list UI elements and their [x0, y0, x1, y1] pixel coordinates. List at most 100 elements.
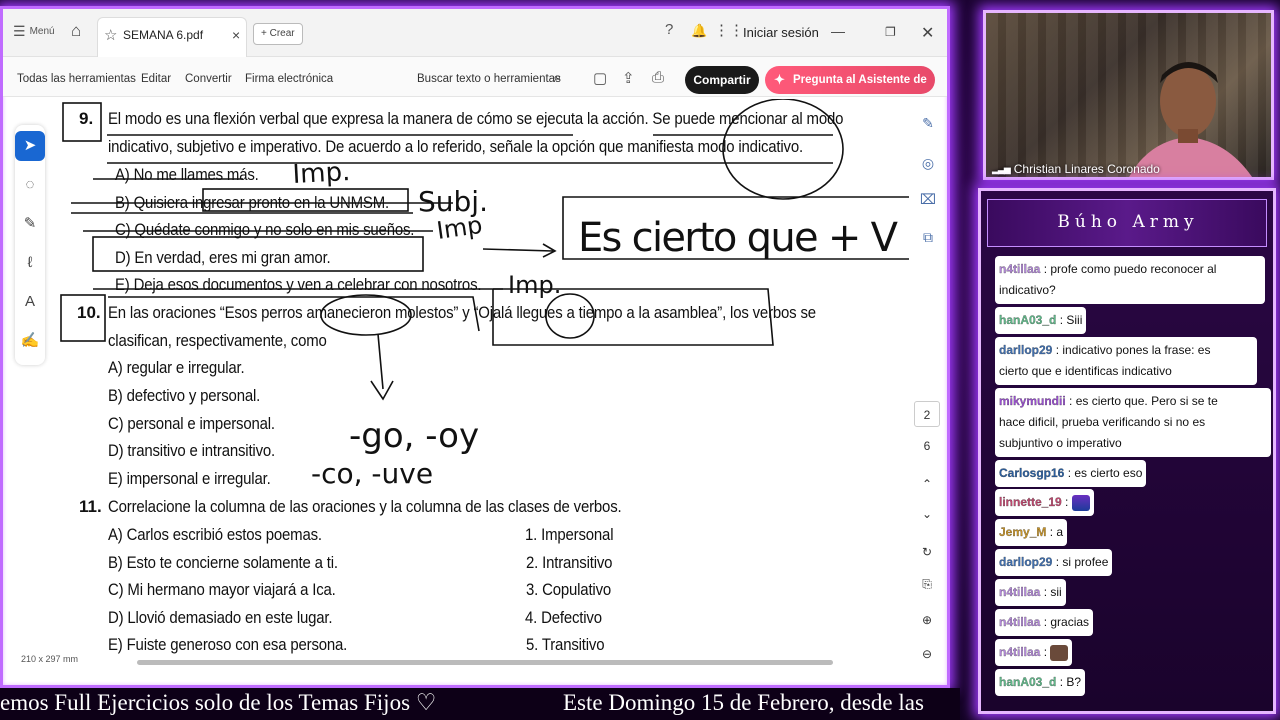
draw-freehand-icon[interactable]: ℓ	[15, 248, 45, 278]
question-text: indicativo, subjetivo e imperativo. De a…	[108, 137, 803, 156]
question-number: 11.	[79, 497, 102, 516]
chat-username: n4tillaa	[999, 615, 1041, 629]
save-icon[interactable]: ▢	[593, 69, 607, 87]
signin-link[interactable]: Iniciar sesión	[743, 25, 819, 40]
option-item: C) Quédate conmigo y no solo en mis sueñ…	[115, 220, 415, 239]
question-number: 10.	[77, 303, 101, 322]
page-size-label: 210 x 297 mm	[21, 654, 79, 664]
chat-text: : es cierto que. Pero si se te	[1069, 394, 1218, 408]
option-item: A) regular e irregular.	[108, 358, 245, 377]
window-close-icon[interactable]: ✕	[921, 23, 934, 43]
chat-message: Carlosgp16 : es cierto eso	[995, 460, 1147, 487]
share-button[interactable]: Compartir	[685, 66, 759, 94]
signal-bars-icon: ▂▃▅	[992, 163, 1011, 174]
option-item: 5. Transitivo	[526, 635, 605, 654]
highlight-pen-icon[interactable]: ✎	[15, 209, 45, 239]
select-cursor-icon[interactable]: ➤	[15, 131, 45, 161]
emote-icon	[1071, 494, 1090, 511]
chat-text: : B?	[1059, 675, 1082, 689]
chat-text: subjuntivo o imperativo	[999, 436, 1122, 450]
chat-message: n4tillaa :	[995, 639, 1073, 666]
page-up-icon[interactable]: ⌃	[914, 471, 940, 497]
help-icon[interactable]: ?	[665, 21, 673, 38]
emote-icon	[1050, 644, 1069, 661]
ai-assistant-button[interactable]: ✦ Pregunta al Asistente de IA	[765, 66, 935, 114]
close-tab-icon[interactable]: ×	[232, 27, 240, 43]
document-tab[interactable]: ☆ SEMANA 6.pdf ×	[97, 17, 247, 57]
star-icon[interactable]: ☆	[104, 26, 117, 44]
all-tools-menu[interactable]: Todas las herramientas	[17, 73, 136, 85]
option-item: 4. Defectivo	[525, 608, 602, 627]
option-item: 2. Intransitivo	[526, 553, 613, 572]
option-item: 1. Impersonal	[525, 525, 614, 544]
sign-icon[interactable]: ✍	[15, 326, 45, 356]
restore-icon[interactable]: ❐	[885, 25, 896, 39]
comment-panel-icon[interactable]: ✎	[917, 115, 939, 132]
ticker-text: Este Domingo 15 de Febrero, desde las	[563, 690, 924, 715]
page-total: 6	[923, 439, 931, 453]
chat-text: : sii	[1043, 585, 1062, 599]
chat-panel: Búho Army n4tillaa : profe como puedo re…	[978, 188, 1276, 714]
handwritten-label: -go, -oy	[349, 416, 479, 456]
text-box-icon[interactable]: A	[15, 287, 45, 317]
bell-icon[interactable]: 🔔	[691, 23, 707, 39]
rotate-icon[interactable]: ↻	[914, 539, 940, 565]
comment-icon[interactable]: ◌	[15, 170, 45, 200]
menu-button[interactable]: ☰ Menú	[13, 23, 55, 40]
chat-username: Carlosgp16	[999, 466, 1065, 480]
chat-text: hace dificil, prueba verificando si no e…	[999, 415, 1206, 429]
print-icon[interactable]: ⎙	[652, 69, 664, 86]
option-item: B) Esto te concierne solamente a ti.	[108, 553, 338, 572]
search-tools-field[interactable]: Buscar texto o herramientas	[417, 73, 561, 85]
page-current[interactable]: 2	[914, 401, 940, 427]
presenter-image	[1129, 62, 1252, 177]
edit-menu[interactable]: Editar	[141, 73, 171, 85]
export-pdf-icon[interactable]: ◎	[917, 155, 939, 172]
handwritten-label: Imp.	[292, 157, 351, 190]
chat-message: hanA03_d : Siii	[995, 307, 1087, 334]
handwritten-label: Imp	[435, 211, 484, 245]
chat-username: linnette_19	[999, 495, 1062, 509]
zoom-in-icon[interactable]: ⊕	[914, 607, 940, 633]
chat-message: n4tillaa : profe como puedo reconocer al…	[995, 256, 1265, 304]
page-down-icon[interactable]: ⌄	[914, 501, 940, 527]
option-item: D) En verdad, eres mi gran amor.	[115, 248, 331, 267]
convert-menu[interactable]: Convertir	[185, 73, 232, 85]
option-item: B) defectivo y personal.	[108, 386, 261, 405]
arrow-stroke	[370, 333, 394, 401]
chat-text: : profe como puedo reconocer al	[1043, 262, 1217, 276]
horizontal-scrollbar[interactable]	[137, 660, 833, 665]
option-item: E) Deja esos documentos y ven a celebrar…	[115, 275, 482, 294]
chat-username: darllop29	[999, 555, 1053, 569]
chat-username: Jemy_M	[999, 525, 1047, 539]
bookmark-icon[interactable]: ⌧	[917, 191, 939, 208]
chat-text: : indicativo pones la frase: es	[1055, 343, 1211, 357]
presenter-name-tag: ▂▃▅ Christian Linares Coronado	[992, 162, 1160, 176]
search-icon[interactable]: ⌕	[553, 69, 561, 86]
apps-grid-icon[interactable]: ⋮⋮	[714, 21, 744, 39]
minimize-icon[interactable]: —	[831, 23, 845, 39]
option-item: E) Fuiste generoso con esa persona.	[108, 635, 348, 654]
save-copy-icon[interactable]: ⎘	[914, 571, 940, 597]
zoom-out-icon[interactable]: ⊖	[914, 641, 940, 667]
ai-assistant-icon: ✦	[774, 72, 785, 87]
option-item: D) Llovió demasiado en este lugar.	[108, 608, 333, 627]
chat-username: mikymundii	[999, 394, 1066, 408]
copy-pages-icon[interactable]: ⧉	[917, 229, 939, 246]
esign-menu[interactable]: Firma electrónica	[245, 73, 333, 85]
question-text: clasifican, respectivamente, como	[108, 331, 327, 350]
home-icon[interactable]: ⌂	[71, 21, 81, 41]
chat-message: mikymundii : es cierto que. Pero si se t…	[995, 388, 1271, 457]
question-text: El modo es una flexión verbal que expres…	[108, 109, 844, 128]
chat-text: : gracias	[1043, 615, 1090, 629]
stream-stage: ☰ Menú ⌂ ☆ SEMANA 6.pdf × + Crear ? 🔔 ⋮⋮…	[0, 0, 1280, 720]
chat-username: n4tillaa	[999, 645, 1041, 659]
handwritten-label: -co, -uve	[311, 457, 433, 490]
handwritten-label: Subj.	[418, 185, 488, 218]
option-item: C) Mi hermano mayor viajará a Ica.	[108, 580, 336, 599]
presenter-name: Christian Linares Coronado	[1013, 162, 1160, 176]
create-button[interactable]: + Crear	[253, 23, 303, 45]
upload-icon[interactable]: ⇪	[622, 69, 635, 87]
title-bar: ☰ Menú ⌂ ☆ SEMANA 6.pdf × + Crear ? 🔔 ⋮⋮…	[3, 9, 947, 57]
chat-username: darllop29	[999, 343, 1053, 357]
